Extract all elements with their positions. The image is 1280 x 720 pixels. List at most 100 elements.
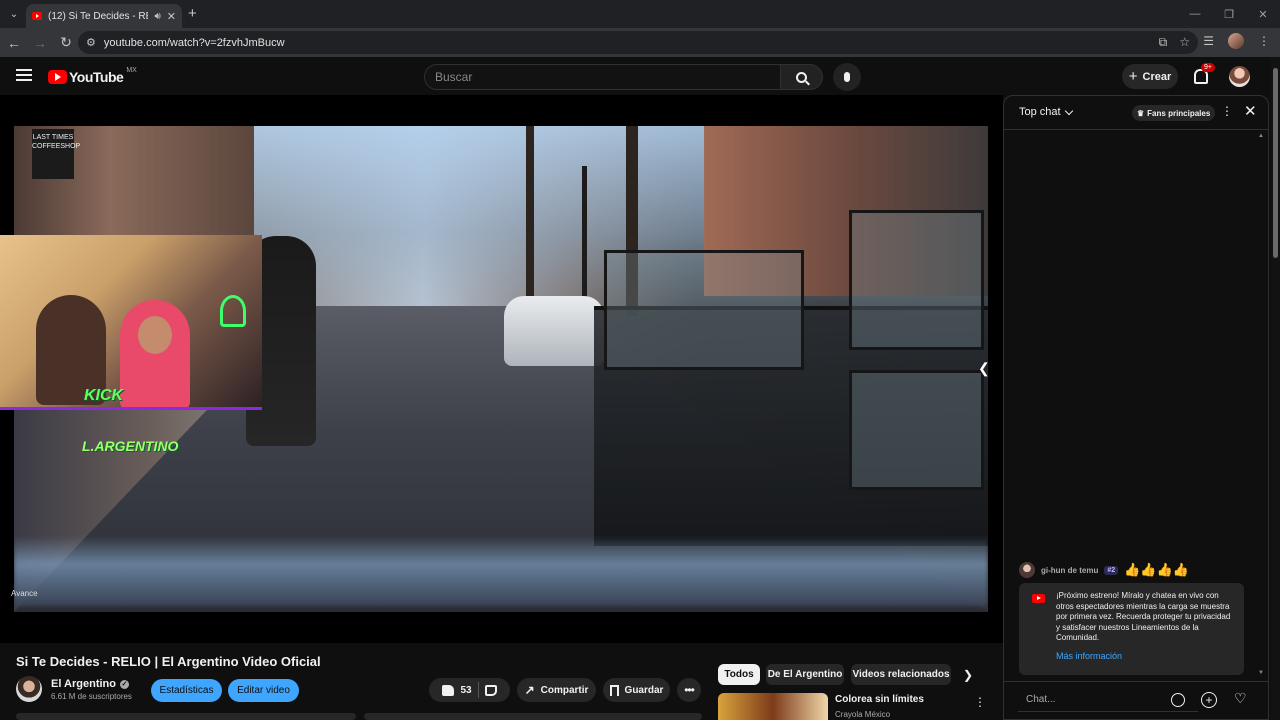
browser-tabbar: ⌄ (12) Si Te Decides - RELIO | 🔊︎ ✕ + — …	[0, 0, 1280, 28]
tab-title: (12) Si Te Decides - RELIO |	[48, 10, 148, 22]
search-button[interactable]	[781, 64, 823, 90]
scroll-down-icon[interactable]: ▼	[1258, 670, 1264, 676]
neon-ghost-icon	[220, 295, 246, 327]
voice-search-mic-icon[interactable]	[833, 63, 861, 91]
tab-close-icon[interactable]: ✕	[167, 10, 176, 23]
account-avatar[interactable]	[1229, 66, 1250, 87]
chat-mode-label: Top chat	[1019, 106, 1061, 118]
window-controls: — ❐ ✕	[1178, 0, 1280, 28]
chat-close-icon[interactable]: ✕	[1244, 102, 1257, 120]
top-fans-label: Fans principales	[1147, 108, 1211, 118]
chat-mode-selector[interactable]: Top chat	[1019, 106, 1073, 118]
chip-all[interactable]: Todos	[718, 664, 760, 685]
browser-tab[interactable]: (12) Si Te Decides - RELIO | 🔊︎ ✕	[26, 4, 182, 28]
chat-author-name[interactable]: gi-hun de temu	[1041, 566, 1098, 575]
top-fans-button[interactable]: ♛ Fans principales	[1132, 105, 1216, 121]
create-label: Crear	[1142, 70, 1172, 83]
expand-chat-chevron-icon[interactable]: ❮	[978, 360, 992, 378]
chat-message-text: 👍👍👍👍	[1124, 562, 1189, 577]
forward-arrow-icon[interactable]: →	[28, 31, 52, 55]
omnibox-actions: ⧉ ☆	[1159, 35, 1190, 50]
install-app-icon[interactable]: ⧉	[1159, 35, 1168, 50]
scroll-up-icon[interactable]: ▲	[1258, 133, 1264, 139]
divider	[477, 682, 479, 698]
new-tab-plus-icon[interactable]: +	[188, 5, 197, 22]
stats-button[interactable]: Estadísticas	[151, 679, 222, 702]
youtube-logo[interactable]: YouTube MX	[48, 66, 137, 85]
hamburger-menu-icon[interactable]	[16, 69, 32, 81]
profile-avatar-icon[interactable]	[1228, 33, 1244, 49]
related-more-icon[interactable]: ⋮	[974, 695, 986, 709]
site-info-icon[interactable]: ⚙︎	[86, 36, 96, 49]
share-button[interactable]: ↗ Compartir	[517, 678, 596, 702]
edit-video-button[interactable]: Editar video	[228, 679, 299, 702]
channel-avatar[interactable]	[16, 676, 42, 702]
more-info-link[interactable]: Más información	[1056, 651, 1122, 661]
related-video-thumbnail[interactable]	[718, 693, 828, 720]
chip-related[interactable]: Videos relacionados	[851, 664, 951, 685]
verified-check-icon: ✓	[119, 679, 129, 689]
cafe-terrace	[594, 210, 988, 546]
youtube-favicon-icon	[32, 12, 42, 20]
description-placeholder	[364, 713, 702, 720]
kick-logo-text: KICK	[84, 387, 124, 404]
notifications-bell-icon[interactable]: 9+	[1192, 63, 1215, 84]
reload-icon[interactable]: ↻	[54, 31, 78, 55]
handlebar-blur	[14, 536, 988, 606]
share-arrow-icon: ↗	[524, 683, 535, 697]
dislike-thumb-icon[interactable]	[484, 684, 497, 696]
like-count: 53	[460, 684, 472, 696]
toolbar-right: ☰ ⋮	[1203, 33, 1270, 49]
webcam-border	[0, 407, 262, 410]
logo-text: YouTube	[69, 69, 124, 85]
youtube-play-icon	[48, 70, 67, 84]
url-text: youtube.com/watch?v=2fzvhJmBucw	[103, 36, 285, 49]
chevron-down-icon	[1064, 106, 1073, 115]
streamer-webcam-overlay: KICK	[0, 235, 262, 410]
streamer-name-overlay: L.ARGENTINO	[82, 438, 179, 454]
chat-message: gi-hun de temu #2 👍👍👍👍	[1019, 562, 1249, 578]
save-button[interactable]: Guardar	[603, 678, 670, 702]
minimize-icon[interactable]: —	[1178, 0, 1212, 28]
search-box	[424, 64, 781, 90]
chat-more-icon[interactable]: ⋮	[1221, 104, 1233, 118]
back-arrow-icon[interactable]: ←	[2, 31, 26, 55]
premiere-notice-text: ¡Próximo estreno! Míralo y chatea en viv…	[1056, 591, 1231, 643]
chat-scrollbar[interactable]: ▲ ▼	[1258, 133, 1264, 676]
emoji-smiley-icon[interactable]	[1171, 693, 1185, 707]
more-actions-icon[interactable]: •••	[677, 678, 701, 702]
like-thumb-icon[interactable]	[442, 684, 455, 696]
chat-input-bar: + ♡	[1004, 681, 1268, 719]
page-scrollbar-thumb[interactable]	[1273, 68, 1278, 258]
create-button[interactable]: + Crear	[1122, 64, 1178, 89]
country-code: MX	[126, 66, 137, 74]
reading-list-icon[interactable]: ☰	[1203, 34, 1214, 48]
bookmark-star-icon[interactable]: ☆	[1179, 35, 1190, 50]
chips-next-chevron-icon[interactable]: ❯	[963, 668, 973, 682]
search-input[interactable]	[435, 70, 780, 84]
related-video-title[interactable]: Colorea sin límites	[835, 694, 924, 705]
chip-from-channel[interactable]: De El Argentino	[766, 664, 844, 685]
video-player[interactable]: LAST TIMES COFFEESHOP KICK L.ARGENTINO A…	[0, 95, 1003, 643]
description-placeholder	[16, 713, 356, 720]
heart-icon[interactable]: ♡	[1234, 690, 1247, 707]
address-bar[interactable]: ⚙︎ youtube.com/watch?v=2fzvhJmBucw ⧉ ☆	[78, 31, 1198, 54]
glass-panel	[849, 370, 984, 490]
browser-menu-icon[interactable]: ⋮	[1258, 34, 1270, 48]
chat-author-avatar[interactable]	[1019, 562, 1035, 578]
video-title: Si Te Decides - RELIO | El Argentino Vid…	[16, 654, 321, 669]
speaker-icon[interactable]: 🔊︎	[154, 11, 160, 22]
crown-icon: ♛	[1137, 108, 1145, 118]
subscriber-count: 6.61 M de suscriptores	[51, 692, 132, 701]
top-fan-badge: #2	[1104, 565, 1119, 575]
restore-icon[interactable]: ❐	[1212, 0, 1246, 28]
window-close-icon[interactable]: ✕	[1246, 0, 1280, 28]
parked-car	[504, 296, 604, 366]
glass-panel	[849, 210, 984, 350]
save-label: Guardar	[624, 684, 664, 696]
add-plus-icon[interactable]: +	[1201, 692, 1217, 708]
channel-name-row[interactable]: El Argentino ✓	[51, 678, 129, 690]
search-icon	[796, 71, 807, 83]
glass-panel	[604, 250, 804, 370]
tab-search-icon[interactable]: ⌄	[0, 0, 28, 28]
